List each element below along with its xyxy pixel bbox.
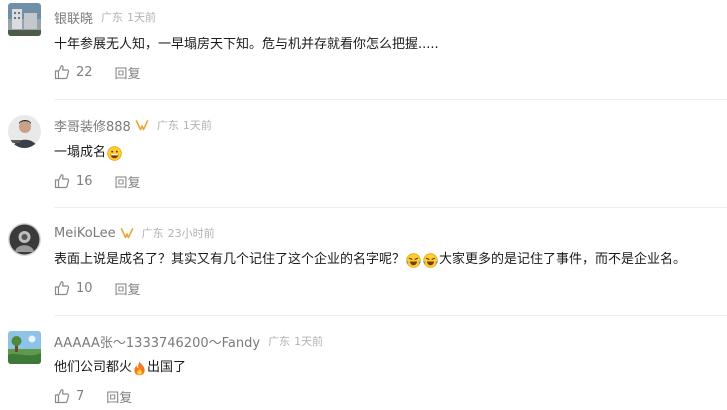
grinning-face-emoji (107, 145, 122, 161)
divider (54, 207, 727, 208)
comment-text: 表面上说是成名了？其实又有几个记住了这个企业的名字呢？ 大家更多的是记住了事件，… (54, 250, 686, 270)
like-count: 22 (76, 64, 93, 80)
comment-text: 一塌成名 (54, 143, 123, 163)
v-badge-icon (120, 227, 134, 239)
reply-button[interactable]: 回复 (115, 63, 141, 82)
laughing-tears-emoji (406, 252, 421, 268)
location: 广东 (141, 227, 164, 240)
reply-button[interactable]: 回复 (106, 387, 132, 406)
username[interactable]: MeiKoLee (54, 226, 116, 241)
divider (54, 315, 727, 316)
comment-meta: 银联晓 广东 1天前 (54, 8, 157, 27)
fire-emoji (133, 361, 146, 376)
timestamp: 1天前 (294, 335, 324, 348)
thumbs-up-icon (54, 389, 70, 404)
comment-text: 十年参展无人知，一早塌房天下知。危与机并存就看你怎么把握..... (54, 37, 439, 52)
timestamp: 1天前 (127, 11, 157, 24)
avatar[interactable] (8, 331, 41, 364)
like-count: 10 (76, 280, 93, 296)
avatar[interactable] (8, 3, 41, 36)
like-button[interactable]: 16 (54, 173, 93, 189)
comment-actions: 10 回复 (54, 278, 141, 298)
reply-button[interactable]: 回复 (115, 172, 141, 191)
comment-text-part: 一塌成名 (54, 145, 107, 160)
timestamp: 1天前 (182, 119, 212, 132)
comment-meta: MeiKoLee 广东 23小时前 (54, 224, 215, 242)
thumbs-up-icon (54, 174, 70, 189)
reply-button[interactable]: 回复 (115, 279, 141, 298)
comment-actions: 22 回复 (54, 62, 141, 82)
avatar[interactable] (8, 115, 41, 148)
like-button[interactable]: 10 (54, 280, 93, 296)
comment-text-part: 大家更多的是记住了事件，而不是企业名。 (439, 252, 687, 267)
comment-meta: 李哥装修888 广东 1天前 (54, 116, 212, 135)
comment-text-part: 出国了 (147, 360, 187, 375)
thumbs-up-icon (54, 281, 70, 296)
avatar[interactable] (8, 223, 41, 256)
comment-actions: 16 回复 (54, 171, 141, 191)
location: 广东 (101, 11, 124, 24)
comment-meta: AAAAA张～1333746200～Fandy 广东 1天前 (54, 332, 324, 351)
v-badge-icon (135, 119, 149, 131)
like-count: 16 (76, 173, 93, 189)
comment-text: 他们公司都火 出国了 (54, 358, 186, 378)
divider (54, 99, 727, 100)
comment-text-part: 他们公司都火 (54, 360, 133, 375)
username[interactable]: AAAAA张～1333746200～Fandy (54, 332, 260, 351)
thumbs-up-icon (54, 65, 70, 80)
like-button[interactable]: 7 (54, 388, 84, 404)
location: 广东 (156, 119, 179, 132)
like-button[interactable]: 22 (54, 64, 93, 80)
laughing-tears-emoji (423, 252, 438, 268)
timestamp: 23小时前 (167, 227, 215, 240)
like-count: 7 (76, 388, 85, 404)
username[interactable]: 银联晓 (54, 8, 93, 27)
comment-actions: 7 回复 (54, 386, 132, 406)
comment-text-part: 表面上说是成名了？其实又有几个记住了这个企业的名字呢？ (54, 252, 406, 267)
username[interactable]: 李哥装修888 (54, 116, 131, 135)
location: 广东 (268, 335, 291, 348)
